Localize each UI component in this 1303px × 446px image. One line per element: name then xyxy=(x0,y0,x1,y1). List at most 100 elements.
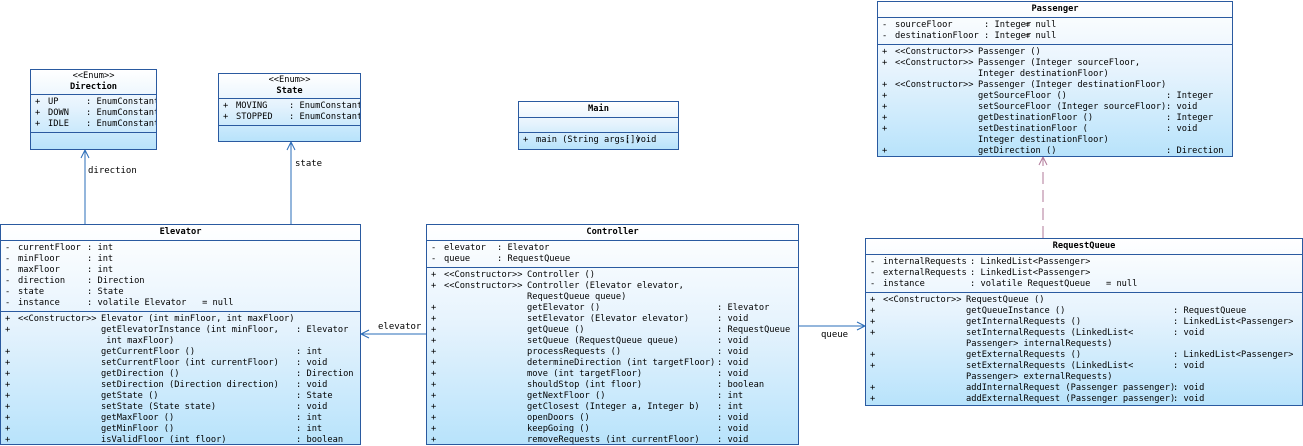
operation-row: Integer destinationFloor) xyxy=(878,69,1232,80)
visibility-marker: + xyxy=(5,347,11,357)
member-name: elevator xyxy=(444,243,486,253)
visibility-marker: + xyxy=(870,383,876,393)
operations-section: + <<Constructor>> RequestQueue () + getQueue… xyxy=(866,292,1302,405)
visibility-marker: + xyxy=(523,135,529,145)
attribute-row: - direction: Direction xyxy=(1,276,360,287)
class-state[interactable]: <<Enum>> State + MOVING: EnumConstant + STO… xyxy=(218,73,361,142)
visibility-marker: - xyxy=(882,31,888,41)
visibility-marker: - xyxy=(5,276,11,286)
operation-row: + openDoors (): void xyxy=(427,413,798,424)
member-signature: RequestQueue queue) xyxy=(527,292,627,302)
visibility-marker: + xyxy=(223,112,229,122)
member-signature: setSourceFloor (Integer sourceFloor) xyxy=(978,102,1167,112)
operation-row: + getNextFloor (): int xyxy=(427,391,798,402)
attribute-row: - maxFloor: int xyxy=(1,265,360,276)
member-name: MOVING xyxy=(236,101,268,111)
operation-row: Integer destinationFloor) xyxy=(878,135,1232,146)
operation-row: + getDestinationFloor (): Integer xyxy=(878,113,1232,124)
visibility-marker: + xyxy=(5,314,11,324)
member-signature: processRequests () xyxy=(527,347,622,357)
class-main[interactable]: Main + main (String args[]): void xyxy=(518,101,679,150)
member-return-type: : void xyxy=(296,380,328,390)
operation-row: + setDestinationFloor (: void xyxy=(878,124,1232,135)
visibility-marker: + xyxy=(431,369,437,379)
member-stereotype: <<Constructor>> xyxy=(895,58,974,68)
visibility-marker: - xyxy=(5,287,11,297)
member-signature: setQueue (RequestQueue queue) xyxy=(527,336,679,346)
operation-row: + <<Constructor>> Controller (Elevator ele… xyxy=(427,281,798,292)
visibility-marker: + xyxy=(431,270,437,280)
operation-row: + getCurrentFloor (): int xyxy=(1,347,360,358)
class-header: Passenger xyxy=(878,2,1232,18)
operation-row: + setInternalRequests (LinkedList<: void xyxy=(866,328,1302,339)
member-stereotype: <<Constructor>> xyxy=(444,270,523,280)
visibility-marker: + xyxy=(431,347,437,357)
member-return-type: : Direction xyxy=(296,369,354,379)
class-header: Elevator xyxy=(1,225,360,241)
operation-row: + addInternalRequest (Passenger passenger… xyxy=(866,383,1302,394)
member-name: IDLE xyxy=(48,119,69,129)
member-default: = null xyxy=(1025,20,1057,30)
class-passenger[interactable]: Passenger - sourceFloor: Integer = null - de… xyxy=(877,1,1233,157)
member-return-type: : RequestQueue xyxy=(1173,306,1247,316)
member-return-type: : void xyxy=(296,358,328,368)
attributes-section: - sourceFloor: Integer = null - destinationF… xyxy=(878,18,1232,44)
visibility-marker: + xyxy=(882,58,888,68)
member-signature: Integer destinationFloor) xyxy=(978,69,1109,79)
visibility-marker: + xyxy=(882,146,888,156)
member-type: : int xyxy=(87,265,114,275)
operation-row: int maxFloor) xyxy=(1,336,360,347)
visibility-marker: + xyxy=(5,424,11,434)
visibility-marker: + xyxy=(431,402,437,412)
class-elevator[interactable]: Elevator - currentFloor: int - minFloor: in… xyxy=(0,224,361,445)
member-signature: getQueue () xyxy=(527,325,585,335)
visibility-marker: + xyxy=(5,358,11,368)
member-stereotype: <<Constructor>> xyxy=(444,281,523,291)
visibility-marker: + xyxy=(5,325,11,335)
member-return-type: : Integer xyxy=(1166,91,1214,101)
visibility-marker: + xyxy=(5,413,11,423)
member-signature: setDestinationFloor ( xyxy=(978,124,1088,134)
member-signature: Controller () xyxy=(527,270,595,280)
operation-row: + move (int targetFloor): void xyxy=(427,369,798,380)
class-header: Controller xyxy=(427,225,798,241)
visibility-marker: + xyxy=(431,435,437,445)
class-requestqueue[interactable]: RequestQueue - internalRequests: LinkedLi… xyxy=(865,238,1303,406)
member-signature: determineDirection (int targetFloor) xyxy=(527,358,716,368)
visibility-marker: + xyxy=(35,119,41,129)
visibility-marker: - xyxy=(5,298,11,308)
class-name: Main xyxy=(588,104,609,114)
member-return-type: : void xyxy=(1166,124,1198,134)
member-name: direction xyxy=(18,276,66,286)
operation-row: + setExternalRequests (LinkedList<: void xyxy=(866,361,1302,372)
member-return-type: : void xyxy=(296,402,328,412)
member-type: : State xyxy=(87,287,124,297)
member-signature: Passenger> internalRequests) xyxy=(966,339,1113,349)
operation-row: + getElevator (): Elevator xyxy=(427,303,798,314)
operation-row: + removeRequests (int currentFloor): void xyxy=(427,435,798,445)
member-type: : volatile RequestQueue = null xyxy=(970,279,1138,289)
member-return-type: : void xyxy=(717,435,749,445)
member-signature: Elevator (int minFloor, int maxFloor) xyxy=(101,314,295,324)
member-name: DOWN xyxy=(48,108,69,118)
visibility-marker: - xyxy=(870,257,876,267)
operation-row: + setCurrentFloor (int currentFloor): voi… xyxy=(1,358,360,369)
member-name: state xyxy=(18,287,45,297)
visibility-marker: - xyxy=(882,20,888,30)
member-signature: int maxFloor) xyxy=(101,336,175,346)
operation-row: + getClosest (Integer a, Integer b): int xyxy=(427,402,798,413)
attribute-row: + DOWN: EnumConstant xyxy=(31,108,156,119)
attributes-section: + UP: EnumConstant + DOWN: EnumConstant + IDL… xyxy=(31,95,156,132)
attribute-row: + UP: EnumConstant xyxy=(31,97,156,108)
member-signature: getDirection () xyxy=(101,369,180,379)
class-direction[interactable]: <<Enum>> Direction + UP: EnumConstant + DOW… xyxy=(30,69,157,150)
visibility-marker: + xyxy=(882,47,888,57)
operation-row: + setSourceFloor (Integer sourceFloor): v… xyxy=(878,102,1232,113)
attribute-row: - state : State xyxy=(1,287,360,298)
class-controller[interactable]: Controller - elevator: Elevator - queue: Re… xyxy=(426,224,799,445)
member-signature: move (int targetFloor) xyxy=(527,369,643,379)
member-type: : EnumConstant xyxy=(86,108,157,118)
visibility-marker: - xyxy=(431,243,437,253)
member-signature: setInternalRequests (LinkedList< xyxy=(966,328,1134,338)
member-return-type: : boolean xyxy=(717,380,765,390)
